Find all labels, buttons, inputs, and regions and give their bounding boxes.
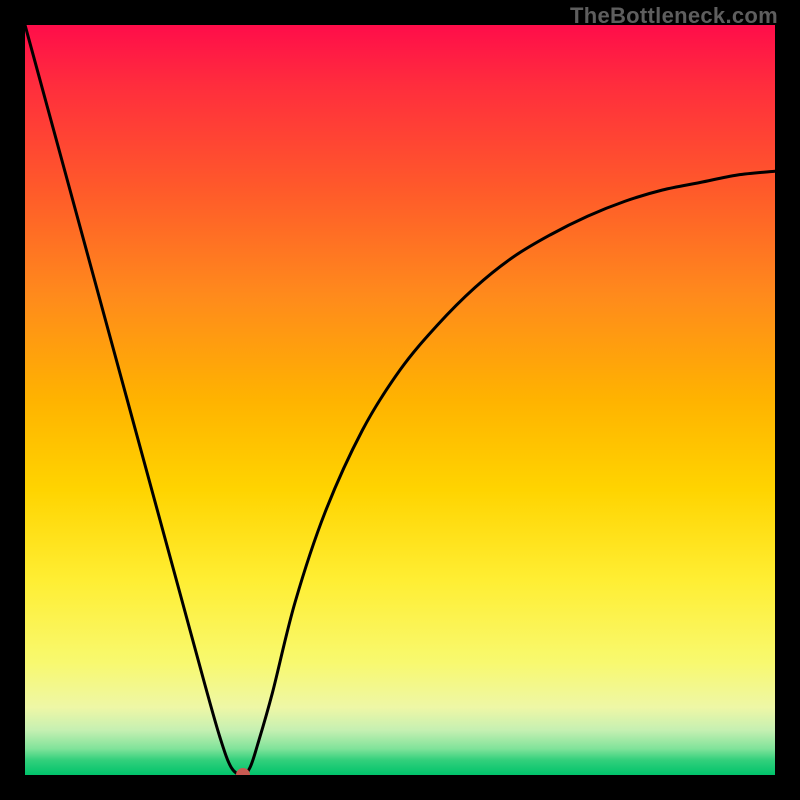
watermark-text: TheBottleneck.com	[570, 3, 778, 29]
bottleneck-curve	[25, 25, 775, 775]
plot-area	[25, 25, 775, 775]
chart-frame: TheBottleneck.com	[0, 0, 800, 800]
optimal-point-marker	[236, 768, 250, 775]
